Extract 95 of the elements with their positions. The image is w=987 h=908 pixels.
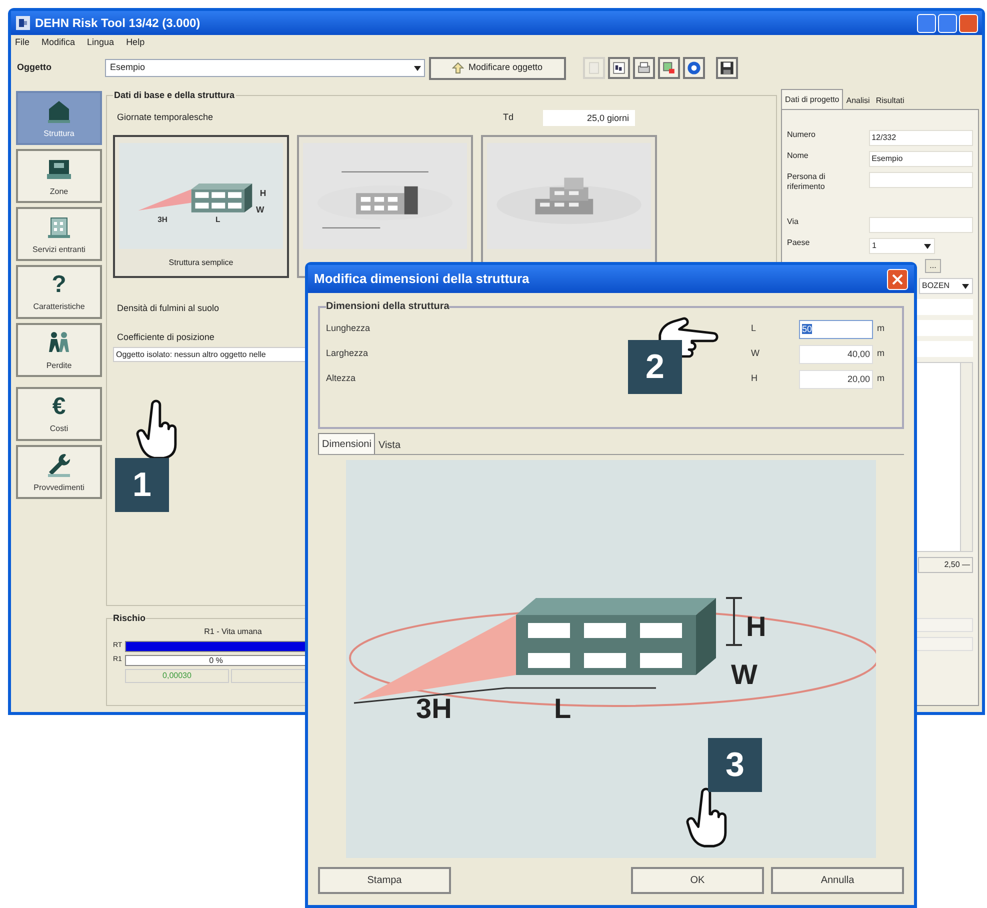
sidebar-item[interactable]: € Costi [16,387,102,441]
field-label: L [751,322,758,336]
toolbar-button[interactable] [608,57,630,79]
input-field[interactable]: Esempio [868,151,973,167]
field-label: Altezza [326,372,357,386]
modify-object-button[interactable]: Modificare oggetto [429,56,566,80]
chart-title: R1 - Vita umana [204,626,262,636]
value-field: 0,00030 [125,668,229,682]
tab[interactable]: Analisi [843,93,873,109]
unit-label: m [877,347,884,360]
tab[interactable]: Vista [375,436,404,454]
object-combo[interactable]: Esempio [105,59,425,77]
scrollbar[interactable] [960,363,972,551]
input-field[interactable]: 2,50 — [918,557,973,573]
dropdown-arrow-icon [962,284,969,288]
dimension-label: 3H [158,214,168,224]
dropdown-arrow-icon [414,66,421,70]
close-icon [892,274,903,284]
field-label: Coefficiente di posizione [117,331,214,344]
input-field[interactable]: 12/332 [868,130,973,146]
unit-label: m [877,322,884,336]
bar-reading: 0 % [209,656,223,664]
field-label: Larghezza [326,347,370,360]
menu-item[interactable]: Lingua [87,36,114,50]
field-label: H [751,372,758,386]
field-label: Persona di riferimento [787,172,826,192]
glyph-icon: ? [52,272,66,298]
input-field[interactable]: 20,00 [799,370,873,388]
tab[interactable]: Dati di progetto [781,89,844,109]
window-title: DEHN Risk Tool 13/42 (3.000) [35,15,200,32]
sidebar-item[interactable]: ? Caratteristiche [16,265,102,319]
input-field[interactable] [868,172,973,188]
combo-value: Esempio [110,61,146,74]
group-title: Dati di base e della struttura [113,89,236,102]
combo-box[interactable]: 1 [869,238,935,254]
dialog-button[interactable]: OK [631,866,764,894]
app-icon [15,15,31,31]
field-label: W [751,347,760,360]
save-button[interactable] [716,57,738,79]
input-field[interactable]: 50 [799,320,873,338]
dialog-button[interactable]: Stampa [318,866,451,894]
unit-label: m [877,372,884,386]
letters-icon [610,59,628,77]
structure-card[interactable]: H W 3H L Struttura semplice [113,134,289,278]
tab[interactable]: Risultati [872,93,908,109]
card-caption: Struttura semplice [168,256,234,268]
field-label: Td [503,110,515,124]
toolbar-button[interactable] [658,57,680,79]
help-button[interactable] [683,57,705,79]
maximize-button[interactable] [938,14,957,32]
field-label: Nome [787,151,810,161]
dimension-label: L [554,693,572,724]
toolbar-button[interactable] [633,57,655,79]
sidebar-item[interactable]: Perdite [16,323,102,377]
group-title: Dimensioni della struttura [326,300,450,314]
input-field[interactable]: 25,0 giorni [543,110,635,126]
minimize-button[interactable] [917,14,936,32]
dimension-label: W [256,204,264,214]
step-badge: 1 [115,458,169,512]
dimension-line [725,597,743,646]
field-label: Giornate temporalesche [116,110,214,124]
close-button[interactable] [959,14,978,32]
group-title: Rischio [113,612,146,625]
step-badge: 3 [708,738,762,792]
dropdown-arrow-icon [924,244,931,248]
object-label: Oggetto [16,61,52,74]
dimension-label: L [215,214,220,224]
save-icon [718,59,736,77]
tab[interactable]: Dimensioni [318,433,376,454]
dimension-label: H [260,188,266,198]
dimension-label: W [731,659,758,690]
dimension-label: 3H [416,693,452,724]
dimension-label: H [746,611,766,642]
field-label: Densità di fulmini al suolo [117,302,220,314]
menu-item[interactable]: File [15,36,30,50]
menu-item[interactable]: Help [126,36,145,50]
help-icon [685,59,703,77]
dialog-button[interactable]: Annulla [771,866,904,894]
sidebar-item[interactable]: Provvedimenti [16,445,102,499]
input-field[interactable]: 40,00 [799,344,873,364]
step-badge: 2 [628,340,682,394]
sidebar-item[interactable]: Zone [16,149,102,203]
field-label: Lunghezza [326,322,372,336]
input-field[interactable] [868,217,973,233]
dialog-title: Modifica dimensioni della struttura [314,270,530,288]
close-button[interactable] [887,268,908,290]
field-label: Numero [787,130,816,140]
sidebar-item[interactable]: Servizi entranti [16,207,102,261]
browse-button[interactable]: ... [925,259,941,273]
menu-item[interactable]: Modifica [42,36,76,50]
field-label: Via [787,217,800,227]
up-arrow-icon [452,62,464,74]
field-label: Paese [787,238,811,248]
glyph-icon: € [52,394,66,420]
combo-box[interactable]: BOZEN [919,278,973,294]
